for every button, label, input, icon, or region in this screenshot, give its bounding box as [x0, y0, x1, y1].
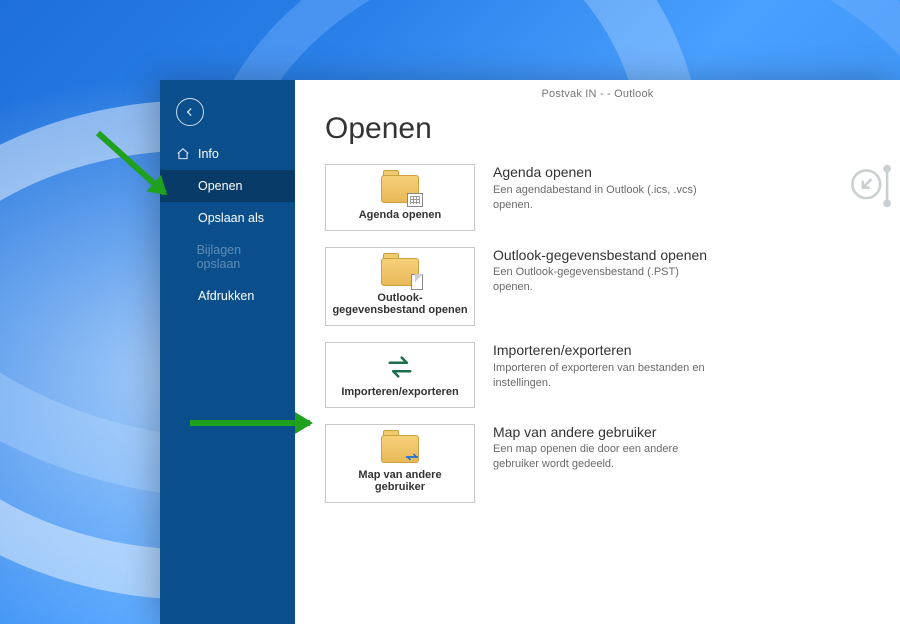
import-export-icon [383, 353, 417, 386]
sidebar-item-label: Bijlagen opslaan [197, 243, 279, 271]
option-description: Een Outlook-gegevensbestand (.PST) opene… [493, 265, 713, 295]
sidebar-item-info[interactable]: Info [160, 138, 295, 170]
card-label: Importeren/exporteren [341, 386, 458, 399]
watermark-icon [842, 160, 894, 212]
option-title: Map van andere gebruiker [493, 424, 713, 441]
card-agenda-openen[interactable]: Agenda openen [325, 164, 475, 231]
option-map-andere-gebruiker: Map van andere gebruiker Map van andere … [325, 424, 870, 503]
option-title: Agenda openen [493, 164, 713, 181]
sidebar-item-label: Info [198, 147, 219, 161]
option-title: Outlook-gegevensbestand openen [493, 247, 713, 264]
card-label: Map van andere gebruiker [332, 469, 468, 494]
option-text: Agenda openen Een agendabestand in Outlo… [493, 164, 713, 212]
home-icon [176, 147, 190, 161]
sidebar-item-openen[interactable]: Openen [160, 170, 295, 202]
window-title: Postvak IN - - Outlook [295, 88, 900, 100]
card-gegevensbestand-openen[interactable]: Outlook-gegevensbestand openen [325, 247, 475, 326]
sidebar-item-label: Afdrukken [198, 289, 254, 303]
back-arrow-icon [176, 98, 204, 126]
option-description: Een map openen die door een andere gebru… [493, 442, 713, 472]
sidebar-item-bijlagen-opslaan: Bijlagen opslaan [160, 234, 295, 280]
sidebar-list: Info Openen Opslaan als Bijlagen opslaan [160, 138, 295, 312]
option-agenda-openen: Agenda openen Agenda openen Een agendabe… [325, 164, 870, 231]
sidebar-item-afdrukken[interactable]: Afdrukken [160, 280, 295, 312]
folder-calendar-icon [381, 175, 419, 203]
folder-share-icon [381, 435, 419, 463]
back-button[interactable] [160, 80, 295, 132]
backstage-sidebar: Info Openen Opslaan als Bijlagen opslaan [160, 80, 295, 624]
option-text: Importeren/exporteren Importeren of expo… [493, 342, 713, 390]
option-gegevensbestand-openen: Outlook-gegevensbestand openen Outlook-g… [325, 247, 870, 326]
option-importeren-exporteren: Importeren/exporteren Importeren/exporte… [325, 342, 870, 408]
desktop-wallpaper: Info Openen Opslaan als Bijlagen opslaan [0, 0, 900, 624]
option-text: Map van andere gebruiker Een map openen … [493, 424, 713, 472]
sidebar-item-label: Openen [198, 179, 242, 193]
option-title: Importeren/exporteren [493, 342, 713, 359]
outlook-backstage-window: Info Openen Opslaan als Bijlagen opslaan [160, 80, 900, 624]
sidebar-item-opslaan-als[interactable]: Opslaan als [160, 202, 295, 234]
content-area: Openen Agenda openen Agenda openen Een a… [295, 80, 900, 529]
card-label: Agenda openen [359, 209, 442, 222]
card-map-andere-gebruiker[interactable]: Map van andere gebruiker [325, 424, 475, 503]
folder-doc-icon [381, 258, 419, 286]
option-description: Importeren of exporteren van bestanden e… [493, 361, 713, 391]
option-text: Outlook-gegevensbestand openen Een Outlo… [493, 247, 713, 295]
card-label: Outlook-gegevensbestand openen [332, 292, 468, 317]
option-description: Een agendabestand in Outlook (.ics, .vcs… [493, 183, 713, 213]
card-importeren-exporteren[interactable]: Importeren/exporteren [325, 342, 475, 408]
page-title: Openen [325, 112, 870, 146]
backstage-main: Postvak IN - - Outlook Openen Agenda ope… [295, 80, 900, 624]
sidebar-item-label: Opslaan als [198, 211, 264, 225]
